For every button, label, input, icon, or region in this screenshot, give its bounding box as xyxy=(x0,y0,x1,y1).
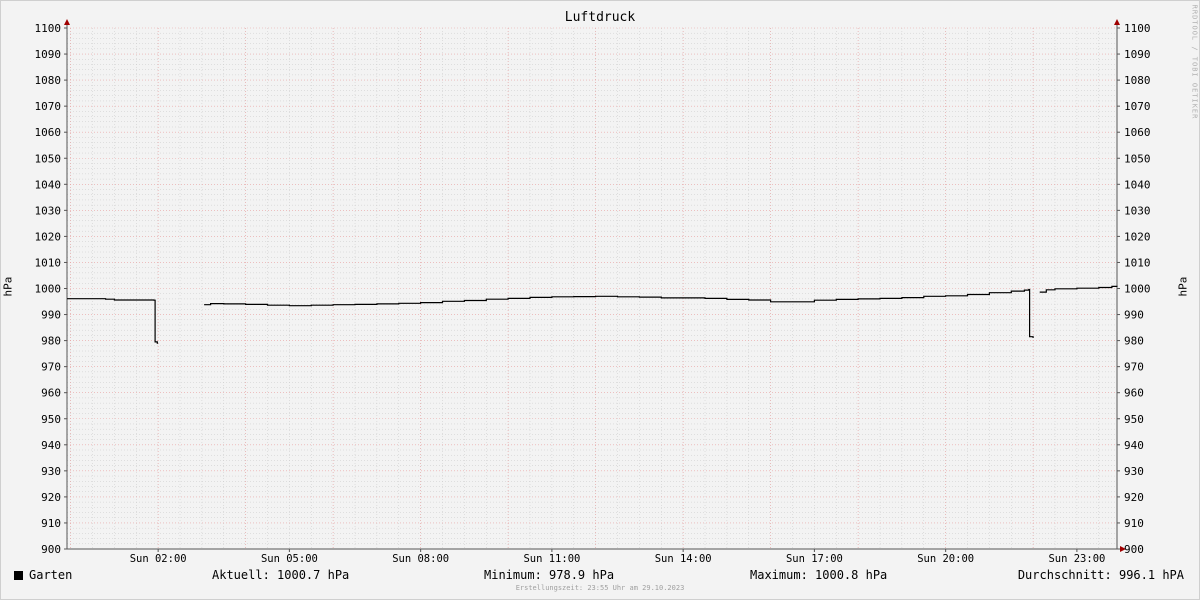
x-tick-label: Sun 05:00 xyxy=(261,553,318,565)
chart-canvas: 900 910 920 930 940 950 960 970 980 990 1000 1010 10… xyxy=(35,19,1151,565)
y-tick-label: 1070 xyxy=(35,100,62,113)
y-tick-label: 950 xyxy=(41,413,61,426)
x-tick-label: Sun 17:00 xyxy=(786,553,843,565)
major-grid xyxy=(67,27,1117,550)
y-tick-label: 1020 xyxy=(35,230,62,243)
y-tick-label: 990 xyxy=(41,309,61,322)
y-tick-label: 940 xyxy=(1124,439,1144,452)
y-tick-label: 980 xyxy=(41,335,61,348)
y-tick-label: 970 xyxy=(1124,361,1144,374)
y-tick-label: 980 xyxy=(1124,335,1144,348)
y-tick-label: 910 xyxy=(41,517,61,530)
creation-time: Erstellungszeit: 23:55 Uhr am 29.10.2023 xyxy=(515,584,685,592)
y-axis-label-right: hPa xyxy=(1176,276,1190,297)
y-tick-label: 1070 xyxy=(1124,100,1151,113)
y-tick-label: 1080 xyxy=(35,74,62,87)
y-axis-label-left: hPa xyxy=(1,276,15,297)
y-tick-label: 1010 xyxy=(1124,256,1151,269)
legend-current: Aktuell: 1000.7 hPa xyxy=(212,568,350,582)
y-tick-labels-left: 900 910 920 930 940 950 960 970 980 990 1000 1010 10… xyxy=(35,22,62,556)
x-tick-label: Sun 14:00 xyxy=(655,553,712,565)
y-tick-label: 920 xyxy=(1124,491,1144,504)
x-tick-labels: Sun 02:00 Sun 05:00 Sun 08:00 Sun 11:00 Sun … xyxy=(130,553,1106,565)
y-tick-label: 960 xyxy=(1124,387,1144,400)
y-tick-label: 1080 xyxy=(1124,74,1151,87)
y-tick-label: 1020 xyxy=(1124,230,1151,243)
y-tick-label: 900 xyxy=(41,543,61,556)
x-tick-label: Sun 20:00 xyxy=(917,553,974,565)
legend-swatch xyxy=(14,571,23,580)
y-tick-label: 910 xyxy=(1124,517,1144,530)
x-tick-label: Sun 02:00 xyxy=(130,553,187,565)
x-tick-label: Sun 11:00 xyxy=(523,553,580,565)
y-tick-label: 920 xyxy=(41,491,61,504)
y-tick-label: 1060 xyxy=(1124,126,1151,139)
legend-average: Durchschnitt: 996.1 hPA xyxy=(1017,568,1184,582)
y-tick-label: 1030 xyxy=(35,204,62,217)
y-tick-label: 930 xyxy=(41,465,61,478)
series-line-segment xyxy=(67,298,159,344)
x-tick-label: Sun 08:00 xyxy=(392,553,449,565)
y-tick-labels-right: 900 910 920 930 940 950 960 970 980 990 1000 1010 10… xyxy=(1124,22,1151,556)
legend-maximum: Maximum: 1000.8 hPa xyxy=(750,568,888,582)
y-tick-label: 1040 xyxy=(35,178,62,191)
y-tick-label: 960 xyxy=(41,387,61,400)
y-tick-label: 1010 xyxy=(35,256,62,269)
axes xyxy=(64,19,1126,552)
x-tick-label: Sun 23:00 xyxy=(1048,553,1105,565)
y-tick-label: 900 xyxy=(1124,543,1144,556)
y-tick-label: 1040 xyxy=(1124,178,1151,191)
y-tick-label: 1050 xyxy=(1124,152,1151,165)
y-tick-label: 1090 xyxy=(1124,48,1151,61)
y-tick-label: 1000 xyxy=(35,283,62,296)
series-line-segment xyxy=(1039,285,1118,293)
y-tick-label: 930 xyxy=(1124,465,1144,478)
legend-minimum: Minimum: 978.9 hPa xyxy=(484,568,615,582)
y-tick-label: 970 xyxy=(41,361,61,374)
y-tick-label: 1030 xyxy=(1124,204,1151,217)
y-tick-label: 950 xyxy=(1124,413,1144,426)
y-tick-label: 1000 xyxy=(1124,283,1151,296)
legend-series-name: Garten xyxy=(29,568,73,582)
y-tick-label: 1090 xyxy=(35,48,62,61)
chart-title: Luftdruck xyxy=(564,10,636,25)
rrdtool-watermark: RRDTOOL / TOBI OETIKER xyxy=(1190,4,1199,120)
series-line-segment xyxy=(204,288,1034,338)
y-tick-label: 990 xyxy=(1124,309,1144,322)
y-tick-label: 940 xyxy=(41,439,61,452)
y-tick-label: 1060 xyxy=(35,126,62,139)
y-tick-label: 1050 xyxy=(35,152,62,165)
legend-series: Garten xyxy=(14,568,72,582)
